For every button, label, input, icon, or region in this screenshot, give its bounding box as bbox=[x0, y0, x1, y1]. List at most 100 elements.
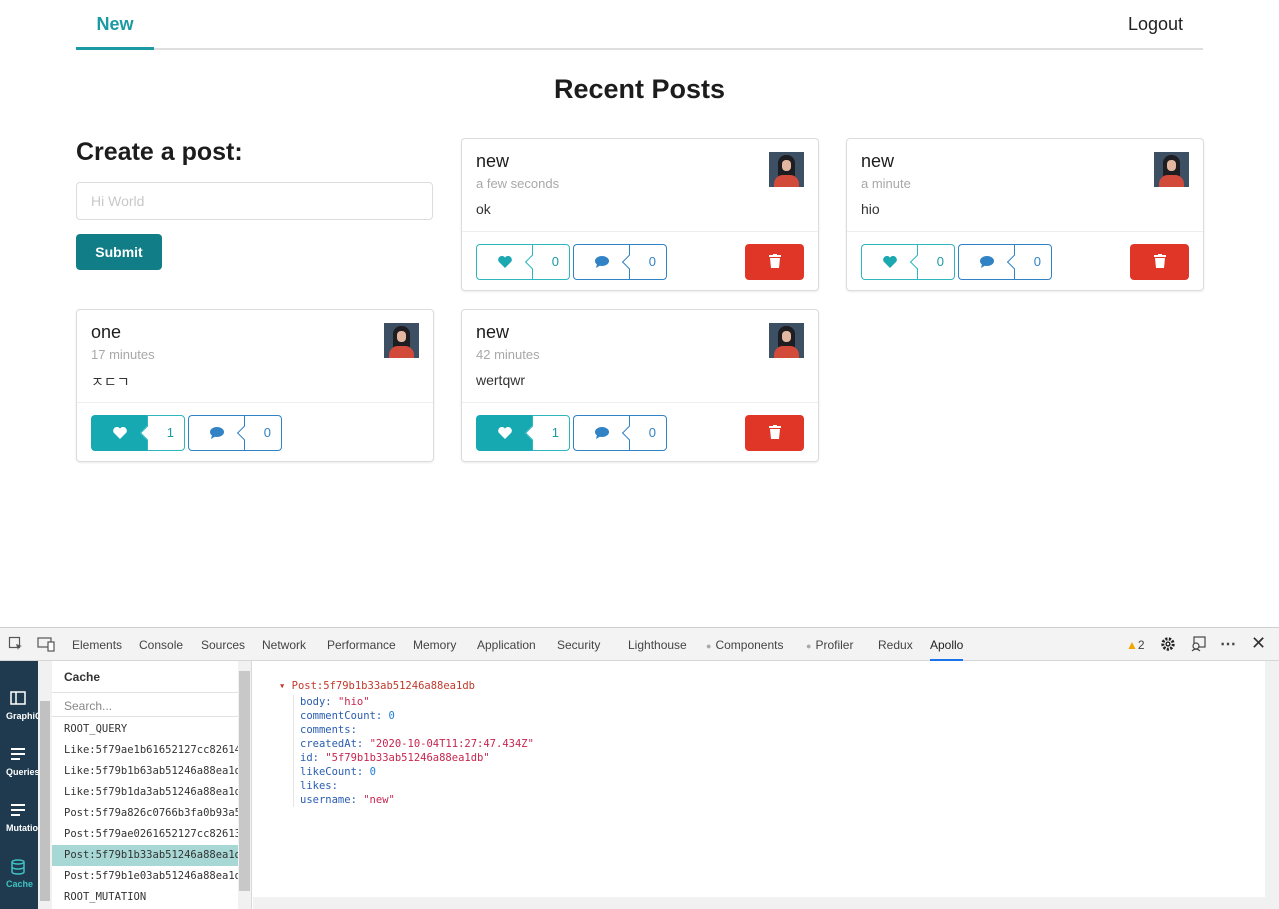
field-key: likes bbox=[300, 780, 332, 792]
cache-entry[interactable]: Post:5f79ae0261652127cc82613e bbox=[52, 824, 238, 845]
cache-entry[interactable]: ROOT_QUERY bbox=[52, 719, 238, 740]
comment-button[interactable]: 0 bbox=[573, 244, 667, 280]
post-card[interactable]: new a minute hio 0 0 bbox=[846, 138, 1204, 291]
tab-label: Redux bbox=[878, 638, 913, 652]
cache-search-input[interactable] bbox=[52, 695, 238, 717]
detail-vertical-scrollbar[interactable] bbox=[1265, 661, 1279, 909]
heart-icon[interactable] bbox=[476, 244, 532, 280]
post-body-input[interactable] bbox=[76, 182, 433, 220]
devtools-tab-application[interactable]: Application bbox=[477, 628, 536, 661]
devtools-tab-redux[interactable]: Redux bbox=[878, 628, 913, 661]
apollo-nav-cache[interactable]: Cache bbox=[0, 851, 38, 897]
post-card[interactable]: one 17 minutes ㅈㄷㄱ 1 0 bbox=[76, 309, 434, 462]
top-menu: New Logout bbox=[76, 0, 1203, 50]
comment-button[interactable]: 0 bbox=[573, 415, 667, 451]
delete-button[interactable] bbox=[745, 415, 804, 451]
devtools-tab-elements[interactable]: Elements bbox=[72, 628, 122, 661]
submit-button[interactable]: Submit bbox=[76, 234, 162, 270]
detail-horizontal-scrollbar[interactable] bbox=[253, 897, 1265, 909]
devtools-tab-profiler[interactable]: ● Profiler bbox=[806, 628, 853, 661]
comment-button[interactable]: 0 bbox=[958, 244, 1052, 280]
delete-button[interactable] bbox=[745, 244, 804, 280]
post-body: wertqwr bbox=[476, 372, 526, 388]
comment-button[interactable]: 0 bbox=[188, 415, 282, 451]
devtools-tab-memory[interactable]: Memory bbox=[413, 628, 456, 661]
devtools-tab-components[interactable]: ● Components bbox=[706, 628, 783, 661]
devtools-tab-network[interactable]: Network bbox=[262, 628, 306, 661]
delete-button[interactable] bbox=[1130, 244, 1189, 280]
more-options-icon[interactable]: ⋯ bbox=[1220, 634, 1236, 654]
detail-object-title[interactable]: ▾ Post:5f79b1b33ab51246a88ea1db bbox=[279, 680, 475, 692]
post-card[interactable]: new a few seconds ok 0 0 bbox=[461, 138, 819, 291]
close-devtools-icon[interactable]: ✕ bbox=[1251, 633, 1266, 654]
like-button[interactable]: 0 bbox=[861, 244, 955, 280]
user-avatar bbox=[769, 323, 804, 358]
post-time[interactable]: a few seconds bbox=[476, 176, 559, 191]
menu-item-new[interactable]: New bbox=[76, 0, 154, 50]
field-key: body bbox=[300, 696, 326, 708]
remote-device-icon[interactable] bbox=[1190, 636, 1208, 655]
devtools-tab-security[interactable]: Security bbox=[557, 628, 600, 661]
cache-entry[interactable]: Like:5f79b1da3ab51246a88ea1de bbox=[52, 782, 238, 803]
devtools-tab-apollo[interactable]: Apollo bbox=[930, 628, 964, 661]
post-body: ㅈㄷㄱ bbox=[91, 374, 130, 390]
comment-icon[interactable] bbox=[573, 415, 629, 451]
cache-entry[interactable]: Post:5f79b1b33ab51246a88ea1db bbox=[52, 845, 238, 866]
cache-entry[interactable]: Like:5f79ae1b61652127cc826140 bbox=[52, 740, 238, 761]
cache-entry[interactable]: Post:5f79b1e03ab51246a88ea1df bbox=[52, 866, 238, 887]
left-scrollbar[interactable] bbox=[38, 661, 52, 909]
devtools-tab-performance[interactable]: Performance bbox=[327, 628, 396, 661]
tab-label: Security bbox=[557, 638, 601, 652]
heart-icon[interactable] bbox=[861, 244, 917, 280]
device-toolbar-icon[interactable] bbox=[37, 636, 55, 655]
post-time[interactable]: a minute bbox=[861, 176, 911, 191]
post-card[interactable]: new 42 minutes wertqwr 1 0 bbox=[461, 309, 819, 462]
detail-field-createdAt: createdAt: "2020-10-04T11:27:47.434Z" bbox=[300, 737, 534, 751]
like-button[interactable]: 1 bbox=[91, 415, 185, 451]
apollo-nav-mutations[interactable]: Mutations bbox=[0, 795, 46, 841]
heart-icon[interactable] bbox=[91, 415, 147, 451]
field-key: id bbox=[300, 752, 313, 764]
like-button[interactable]: 1 bbox=[476, 415, 570, 451]
settings-gear-icon[interactable] bbox=[1160, 636, 1176, 655]
post-time[interactable]: 42 minutes bbox=[476, 347, 540, 362]
apollo-nav-queries[interactable]: Queries bbox=[0, 739, 40, 785]
detail-field-likeCount: likeCount: 0 bbox=[300, 765, 534, 779]
detail-field-comments: comments: bbox=[300, 723, 534, 737]
apollo-nav-graphiql[interactable]: GraphiQL bbox=[0, 683, 46, 729]
comment-icon[interactable] bbox=[958, 244, 1014, 280]
tab-label: Network bbox=[262, 638, 307, 652]
comment-count: 0 bbox=[629, 244, 667, 280]
react-dot-icon: ● bbox=[806, 641, 812, 651]
post-body: hio bbox=[861, 201, 880, 217]
left-scrollbar-thumb[interactable] bbox=[40, 701, 50, 901]
comment-icon[interactable] bbox=[573, 244, 629, 280]
cache-entry[interactable]: ROOT_MUTATION bbox=[52, 887, 238, 908]
post-time[interactable]: 17 minutes bbox=[91, 347, 155, 362]
tab-label: Apollo bbox=[930, 638, 964, 652]
inspect-element-icon[interactable] bbox=[8, 636, 24, 655]
trash-icon bbox=[768, 424, 781, 442]
comment-count: 0 bbox=[244, 415, 282, 451]
tab-label: Elements bbox=[72, 638, 123, 652]
heart-icon[interactable] bbox=[476, 415, 532, 451]
post-username: new bbox=[476, 322, 510, 342]
like-button[interactable]: 0 bbox=[476, 244, 570, 280]
cache-scrollbar[interactable] bbox=[238, 661, 251, 909]
cache-scrollbar-thumb[interactable] bbox=[239, 671, 250, 891]
field-key: commentCount bbox=[300, 710, 376, 722]
devtools-tab-lighthouse[interactable]: Lighthouse bbox=[628, 628, 687, 661]
trash-icon bbox=[1153, 253, 1166, 271]
tab-label: Performance bbox=[327, 638, 396, 652]
comment-icon[interactable] bbox=[188, 415, 244, 451]
tab-label: Lighthouse bbox=[628, 638, 687, 652]
menu-item-logout[interactable]: Logout bbox=[1128, 0, 1183, 48]
tab-label: Sources bbox=[201, 638, 246, 652]
devtools-tab-sources[interactable]: Sources bbox=[201, 628, 245, 661]
comment-count: 0 bbox=[1014, 244, 1052, 280]
devtools-tab-console[interactable]: Console bbox=[139, 628, 183, 661]
field-value: "2020-10-04T11:27:47.434Z" bbox=[369, 738, 534, 750]
cache-entry[interactable]: Like:5f79b1b63ab51246a88ea1dc bbox=[52, 761, 238, 782]
cache-entry[interactable]: Post:5f79a826c0766b3fa0b93a53 bbox=[52, 803, 238, 824]
warning-counter[interactable]: ▲2 bbox=[1126, 638, 1145, 652]
